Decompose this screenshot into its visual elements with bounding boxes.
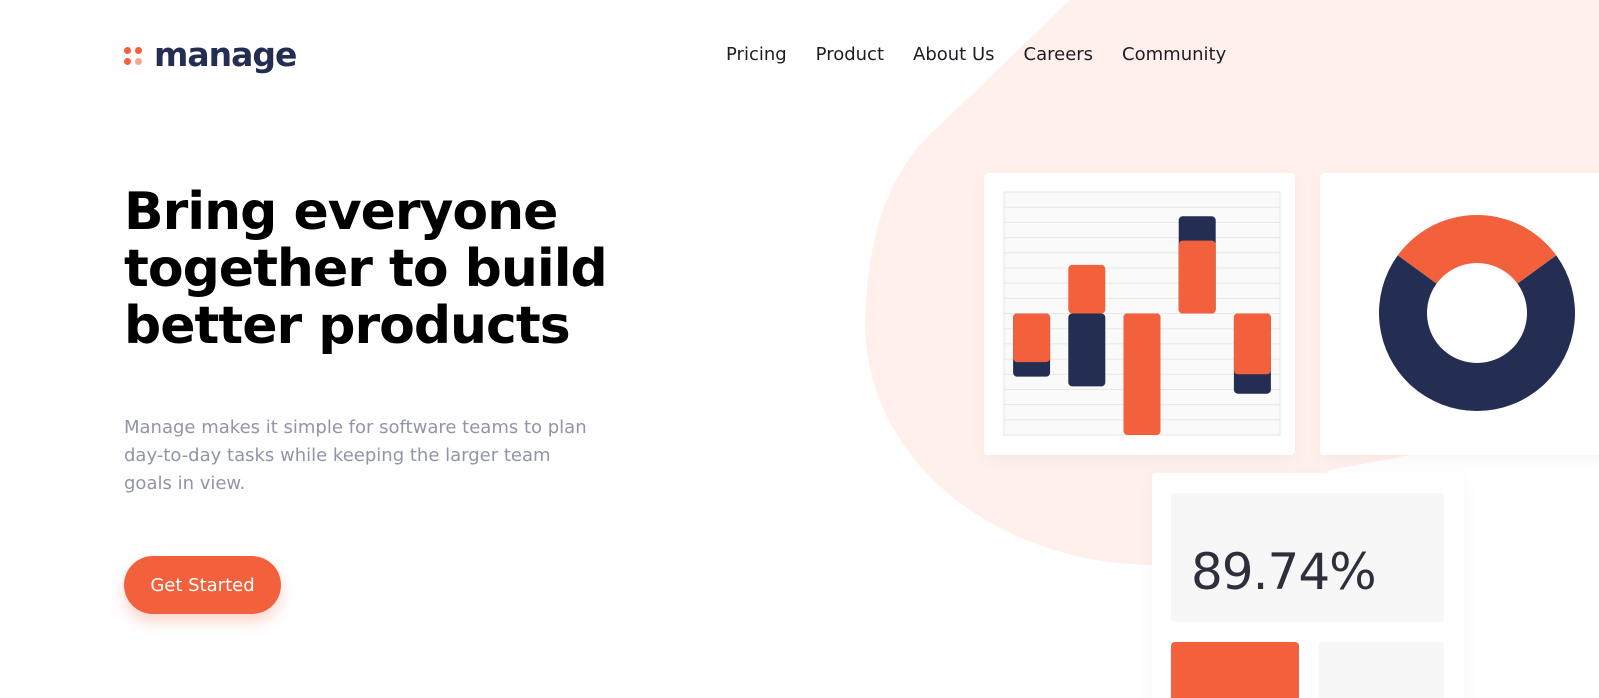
hero-description: Manage makes it simple for software team… <box>124 417 587 494</box>
bar <box>1068 264 1106 314</box>
bar <box>1123 313 1161 435</box>
stat-value: 89.74% <box>1191 543 1377 601</box>
bar <box>1178 240 1216 314</box>
hero-title-line: better products <box>124 296 571 356</box>
nav-link-about-us[interactable]: About Us <box>913 42 995 68</box>
bar-chart-card <box>984 173 1295 455</box>
hero-title-line: together to build <box>124 239 608 299</box>
hero-title: Bring everyone together to build better … <box>124 184 644 355</box>
hero-title-line: Bring everyone <box>124 182 558 242</box>
nav-link-careers[interactable]: Careers <box>1024 42 1094 68</box>
bar <box>1233 313 1271 375</box>
logo-text: manage <box>154 34 297 74</box>
main-nav: Pricing Product About Us Careers Communi… <box>726 42 1255 68</box>
logo-dots-icon <box>124 45 146 67</box>
stat-box: 89.74% <box>1171 493 1444 622</box>
nav-link-product[interactable]: Product <box>816 42 884 68</box>
stat-bar-muted <box>1318 642 1444 698</box>
bar <box>1068 313 1106 387</box>
bar-chart <box>1003 191 1281 436</box>
donut-slice <box>1379 255 1575 411</box>
get-started-button[interactable]: Get Started <box>124 556 281 614</box>
nav-link-pricing[interactable]: Pricing <box>726 42 787 68</box>
bar <box>1013 313 1051 363</box>
donut-chart-card <box>1320 173 1599 455</box>
stat-card: 89.74% <box>1152 473 1464 698</box>
logo[interactable]: manage <box>124 34 297 74</box>
stat-bar-accent <box>1171 642 1299 698</box>
nav-link-community[interactable]: Community <box>1122 42 1226 68</box>
donut-chart <box>1379 215 1575 411</box>
